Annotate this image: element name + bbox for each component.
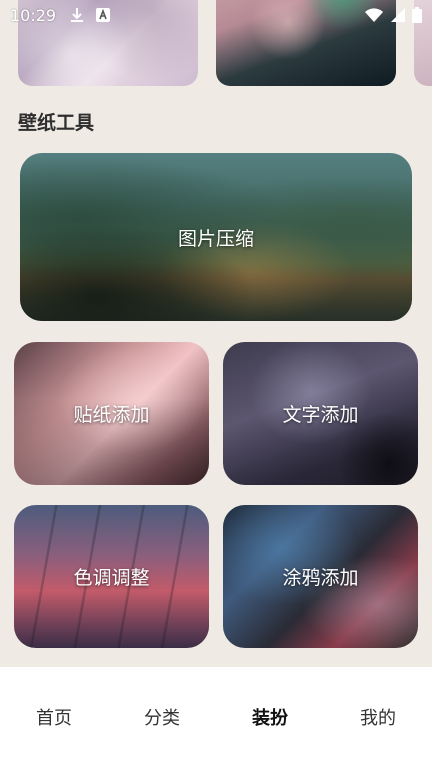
- add-text-card[interactable]: 文字添加: [223, 342, 418, 485]
- add-sticker-card[interactable]: 贴纸添加: [14, 342, 209, 485]
- nav-dress-up[interactable]: 装扮: [216, 667, 324, 767]
- status-bar: 10:29: [0, 0, 432, 30]
- status-right-group: [364, 7, 422, 23]
- wifi-icon: [365, 8, 383, 22]
- card-label: 贴纸添加: [73, 404, 150, 426]
- download-icon: [71, 8, 84, 22]
- nav-label: 我的: [360, 708, 396, 729]
- nav-label: 装扮: [252, 708, 288, 729]
- card-label: 涂鸦添加: [282, 567, 359, 589]
- screen: 10:29 壁纸工具 图片压缩 贴纸添加 文字添加 色调调整 涂鸦添加 首页 分…: [0, 0, 432, 768]
- nav-category[interactable]: 分类: [108, 667, 216, 767]
- nav-label: 首页: [36, 708, 72, 729]
- card-label: 文字添加: [282, 404, 359, 426]
- image-compress-card[interactable]: 图片压缩: [20, 153, 412, 321]
- card-label: 色调调整: [73, 567, 150, 589]
- nav-mine[interactable]: 我的: [324, 667, 432, 767]
- bottom-nav: 首页 分类 装扮 我的: [0, 667, 432, 768]
- color-adjust-card[interactable]: 色调调整: [14, 505, 209, 648]
- signal-icon: [391, 8, 405, 22]
- battery-icon: [412, 7, 422, 23]
- card-label: 图片压缩: [177, 227, 254, 250]
- section-title: 壁纸工具: [18, 112, 95, 134]
- status-time: 10:29: [10, 5, 57, 25]
- add-graffiti-card[interactable]: 涂鸦添加: [223, 505, 418, 648]
- a-icon: [96, 8, 111, 22]
- nav-label: 分类: [144, 708, 180, 729]
- nav-home[interactable]: 首页: [0, 667, 108, 767]
